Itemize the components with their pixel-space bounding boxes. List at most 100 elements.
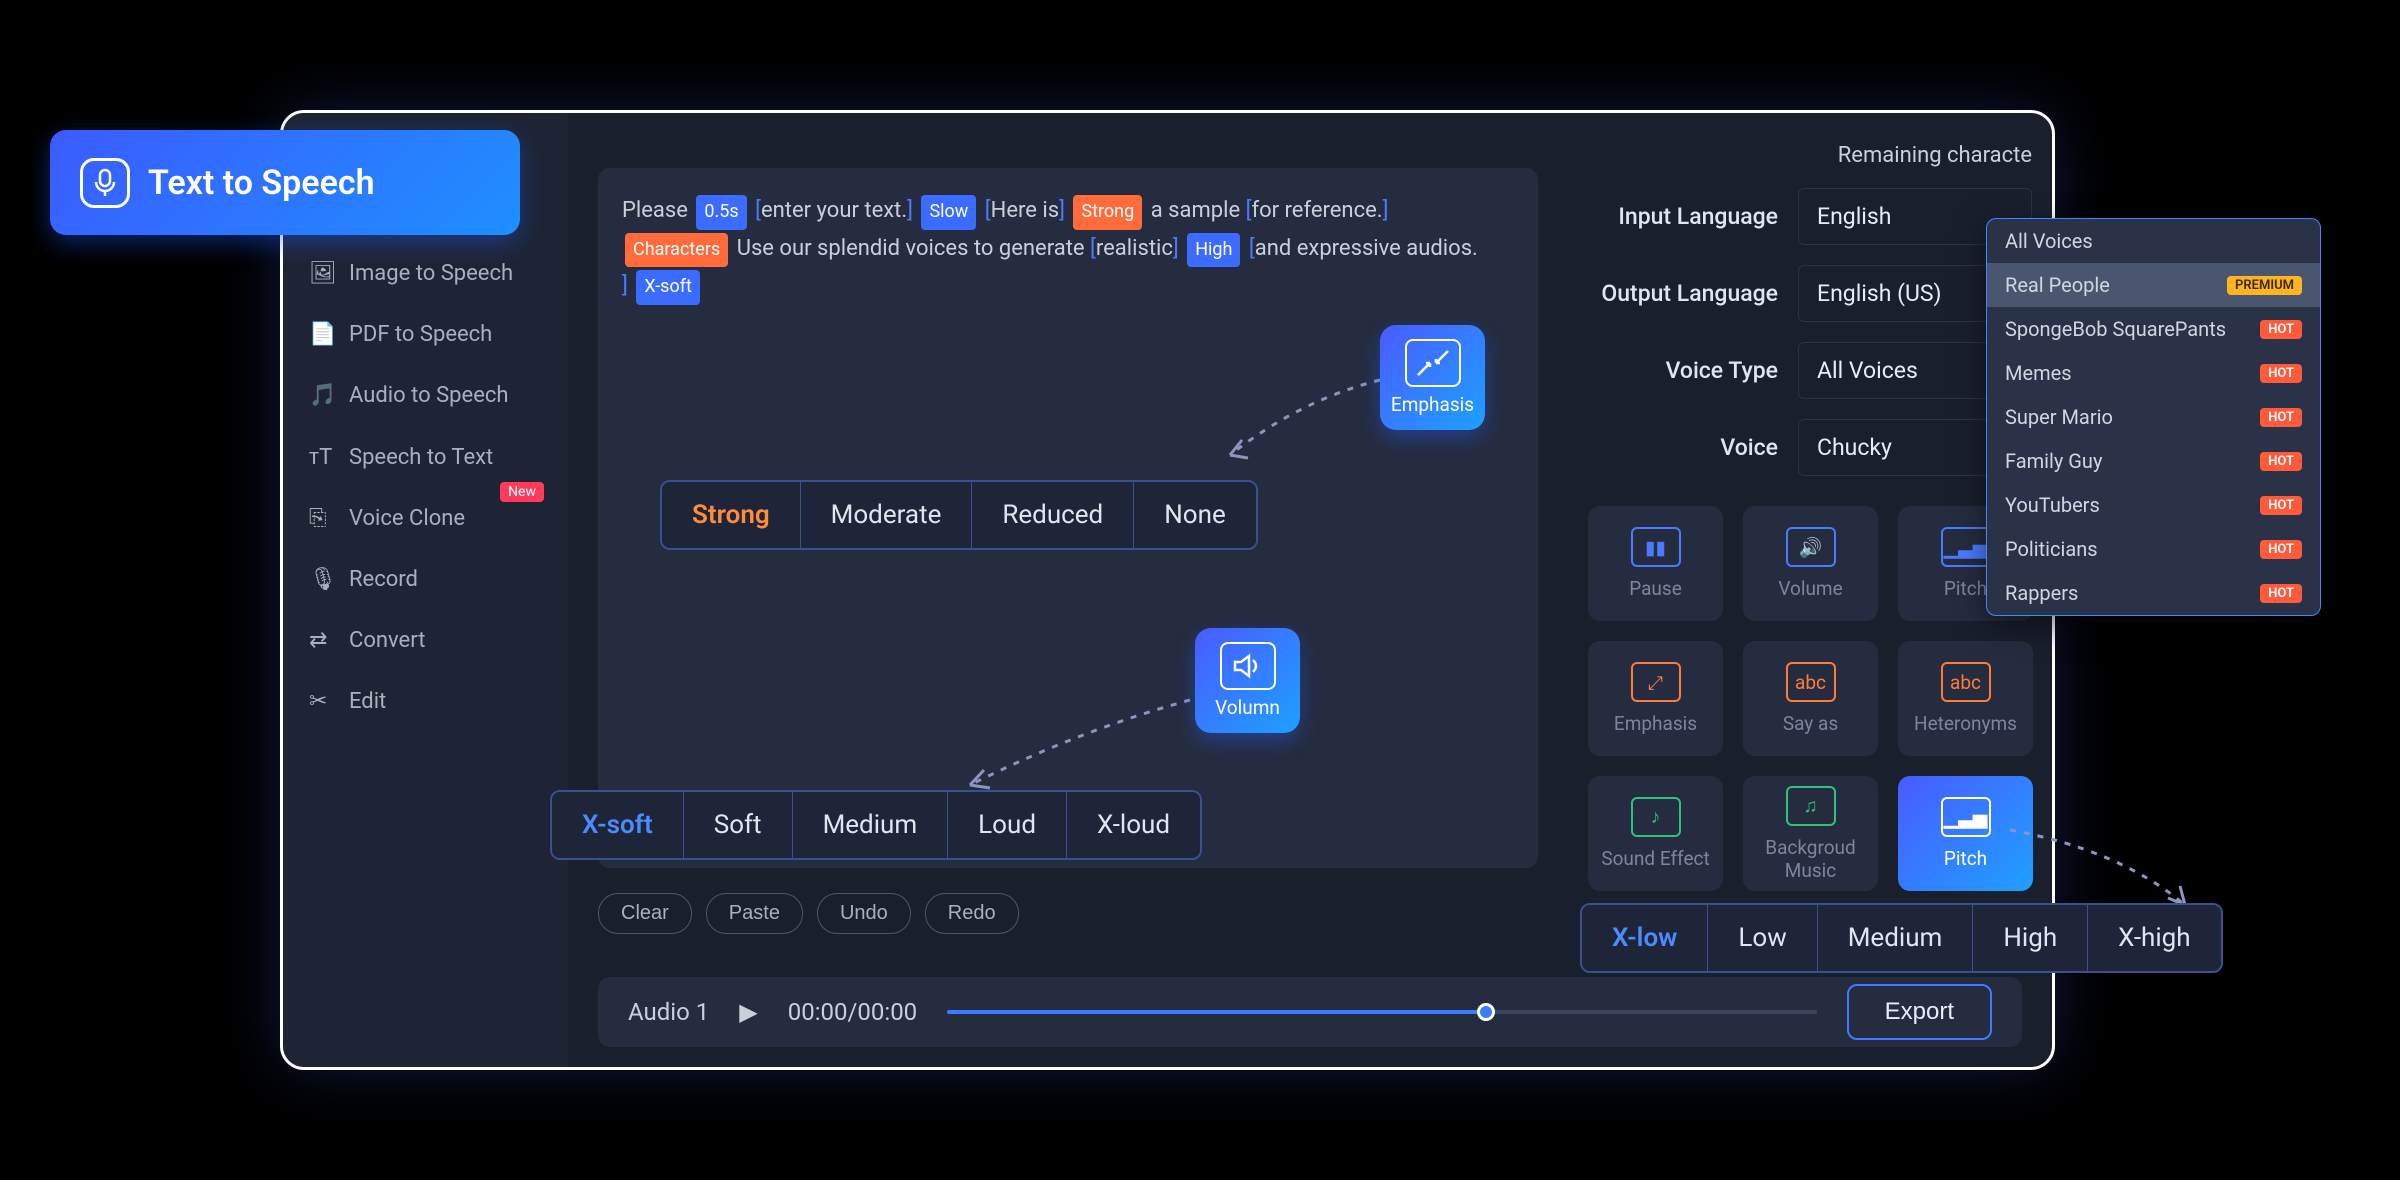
pitch-option-low[interactable]: Low — [1708, 905, 1817, 971]
volume-option-xsoft[interactable]: X-soft — [552, 792, 684, 858]
sidebar-item-pdf-to-speech[interactable]: 📄 PDF to Speech — [283, 304, 568, 365]
dropdown-item[interactable]: Politicians HOT — [1987, 527, 2320, 571]
tool-background-music[interactable]: ♫ Backgroud Music — [1743, 776, 1878, 891]
new-badge: New — [500, 482, 544, 502]
hot-badge: HOT — [2260, 452, 2302, 471]
sidebar-item-convert[interactable]: ⇄ Convert — [283, 610, 568, 671]
editor-text: Here is — [991, 198, 1059, 223]
volume-option-loud[interactable]: Loud — [948, 792, 1067, 858]
sidebar-item-image-to-speech[interactable]: 🖼 Image to Speech — [283, 243, 568, 304]
emphasis-option-reduced[interactable]: Reduced — [972, 482, 1134, 548]
hot-badge: HOT — [2260, 584, 2302, 603]
dropdown-item[interactable]: MemesHOT — [1987, 351, 2320, 395]
tool-sound-effect[interactable]: ♪ Sound Effect — [1588, 776, 1723, 891]
voice-type-dropdown: All Voices Real PeoplePREMIUM SpongeBob … — [1986, 218, 2321, 616]
sidebar-item-edit[interactable]: ✂ Edit — [283, 671, 568, 732]
editor-text: a sample — [1151, 198, 1240, 223]
text-icon: ᴛT — [309, 444, 335, 470]
image-icon: 🖼 — [309, 261, 335, 286]
tool-say-as[interactable]: abc Say as — [1743, 641, 1878, 756]
tool-volume[interactable]: 🔊 Volume — [1743, 506, 1878, 621]
sidebar: 🖼 Image to Speech 📄 PDF to Speech 🎵 Audi… — [283, 113, 568, 1067]
tts-badge-label: Text to Speech — [148, 163, 375, 203]
volume-options: X-soft Soft Medium Loud X-loud — [550, 790, 1202, 860]
emphasis-tag[interactable]: Strong — [1073, 195, 1142, 230]
clear-button[interactable]: Clear — [598, 893, 692, 934]
undo-button[interactable]: Undo — [817, 893, 911, 934]
dropdown-item[interactable]: SpongeBob SquarePantsHOT — [1987, 307, 2320, 351]
dropdown-label: Politicians — [2005, 537, 2098, 561]
sidebar-item-record[interactable]: 🎙 Record — [283, 549, 568, 610]
progress-slider[interactable] — [947, 1010, 1816, 1014]
pitch-option-medium[interactable]: Medium — [1818, 905, 1974, 971]
pitch-options: X-low Low Medium High X-high — [1580, 903, 2223, 973]
emphasis-option-moderate[interactable]: Moderate — [801, 482, 973, 548]
dropdown-item[interactable]: Rappers HOT — [1987, 571, 2320, 615]
dropdown-item[interactable]: All Voices — [1987, 219, 2320, 263]
editor-actions: Clear Paste Undo Redo — [598, 893, 1019, 934]
tool-pause[interactable]: ▮▮ Pause — [1588, 506, 1723, 621]
volume-tag[interactable]: X-soft — [636, 270, 700, 305]
tool-emphasis[interactable]: ⤢ Emphasis — [1588, 641, 1723, 756]
tool-label: Backgroud Music — [1743, 836, 1878, 882]
sidebar-item-voice-clone[interactable]: ⎘ Voice Clone New — [283, 488, 568, 549]
sidebar-item-speech-to-text[interactable]: ᴛT Speech to Text — [283, 426, 568, 488]
right-panel: Remaining characte Input Language Englis… — [1568, 133, 2032, 891]
emphasis-option-strong[interactable]: Strong — [662, 482, 801, 548]
field-label: Input Language — [1568, 203, 1798, 230]
emphasis-option-none[interactable]: None — [1134, 482, 1256, 548]
emphasis-icon — [1405, 339, 1461, 387]
sidebar-item-label: Image to Speech — [349, 261, 513, 286]
pitch-tag[interactable]: High — [1187, 233, 1240, 268]
pause-tag[interactable]: 0.5s — [696, 195, 746, 230]
volume-option-soft[interactable]: Soft — [684, 792, 793, 858]
sidebar-item-label: Speech to Text — [349, 445, 493, 470]
hot-badge: HOT — [2260, 540, 2302, 559]
speed-tag[interactable]: Slow — [921, 195, 976, 230]
sidebar-item-audio-to-speech[interactable]: 🎵 Audio to Speech — [283, 365, 568, 426]
heteronym-icon: abc — [1941, 662, 1991, 702]
tool-heteronyms[interactable]: abc Heteronyms — [1898, 641, 2033, 756]
dropdown-item[interactable]: Family GuyHOT — [1987, 439, 2320, 483]
tool-label: Heteronyms — [1914, 712, 2017, 735]
volume-label: Volumn — [1215, 696, 1280, 719]
bars-icon: ▁▃▅ — [1941, 527, 1991, 567]
premium-badge: PREMIUM — [2227, 276, 2302, 295]
sidebar-item-label: Edit — [349, 689, 386, 714]
sidebar-item-label: Record — [349, 567, 418, 592]
paste-button[interactable]: Paste — [706, 893, 803, 934]
tool-label: Volume — [1778, 577, 1842, 600]
volume-icon — [1220, 642, 1276, 690]
bgm-icon: ♫ — [1786, 786, 1836, 826]
dropdown-item[interactable]: Real PeoplePREMIUM — [1987, 263, 2320, 307]
remaining-characters: Remaining characte — [1568, 133, 2032, 188]
connector-arrow-icon — [960, 690, 1200, 800]
volume-option-medium[interactable]: Medium — [793, 792, 949, 858]
dropdown-label: SpongeBob SquarePants — [2005, 317, 2226, 341]
volume-option-row: X-soft Soft Medium Loud X-loud — [550, 790, 1202, 860]
export-button[interactable]: Export — [1847, 984, 1992, 1040]
dropdown-label: Memes — [2005, 361, 2072, 385]
play-button[interactable]: ▶ — [739, 998, 757, 1026]
mic-icon — [80, 158, 130, 208]
edit-icon: ✂ — [309, 689, 335, 714]
pitch-option-high[interactable]: High — [1973, 905, 2088, 971]
slider-thumb[interactable] — [1477, 1003, 1495, 1021]
volume-option-xloud[interactable]: X-loud — [1067, 792, 1200, 858]
dropdown-label: Rappers — [2005, 581, 2078, 605]
characters-tag[interactable]: Characters — [625, 233, 728, 268]
tool-label: Sound Effect — [1601, 847, 1709, 870]
field-input-language: Input Language English — [1568, 188, 2032, 245]
redo-button[interactable]: Redo — [925, 893, 1019, 934]
pitch-option-xlow[interactable]: X-low — [1582, 905, 1708, 971]
bracket-close-icon: ] — [1383, 198, 1389, 223]
time-display: 00:00/00:00 — [788, 998, 917, 1026]
hot-badge: HOT — [2260, 496, 2302, 515]
tool-label: Say as — [1783, 712, 1838, 735]
dropdown-item[interactable]: YouTubersHOT — [1987, 483, 2320, 527]
pitch-option-xhigh[interactable]: X-high — [2088, 905, 2220, 971]
pdf-icon: 📄 — [309, 322, 335, 347]
dropdown-item[interactable]: Super MarioHOT — [1987, 395, 2320, 439]
emphasis-options: Strong Moderate Reduced None — [660, 480, 1258, 550]
audio-icon: 🎵 — [309, 383, 335, 408]
